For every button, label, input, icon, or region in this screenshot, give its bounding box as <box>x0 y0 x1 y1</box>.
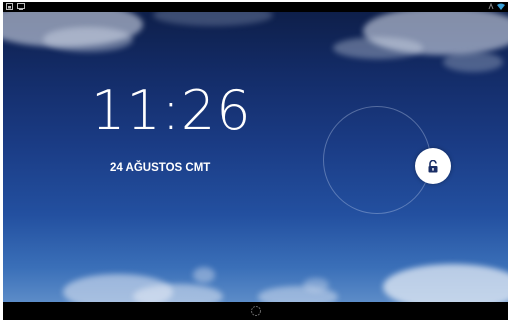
cloud <box>303 278 329 292</box>
cloud <box>43 27 133 52</box>
lockscreen: 11:26 24 AĞUSTOS CMT <box>3 2 508 320</box>
wifi-icon <box>497 3 505 10</box>
cloud <box>443 52 503 72</box>
cloud <box>333 37 423 59</box>
cloud <box>383 264 508 302</box>
lockscreen-clock: 11:26 <box>91 79 252 142</box>
home-icon[interactable] <box>249 304 263 318</box>
status-bar <box>3 2 508 12</box>
cloud <box>193 267 215 283</box>
status-bar-right <box>488 3 505 10</box>
lockscreen-date: 24 AĞUSTOS CMT <box>110 162 211 174</box>
cloud <box>153 12 273 26</box>
screen-icon <box>17 3 25 10</box>
image-icon <box>6 3 13 10</box>
no-signal-icon <box>488 3 494 10</box>
cloud <box>133 284 223 302</box>
navigation-bar <box>3 302 508 320</box>
status-bar-left <box>6 3 25 10</box>
unlock-icon <box>428 159 438 172</box>
unlock-button[interactable] <box>415 148 451 184</box>
